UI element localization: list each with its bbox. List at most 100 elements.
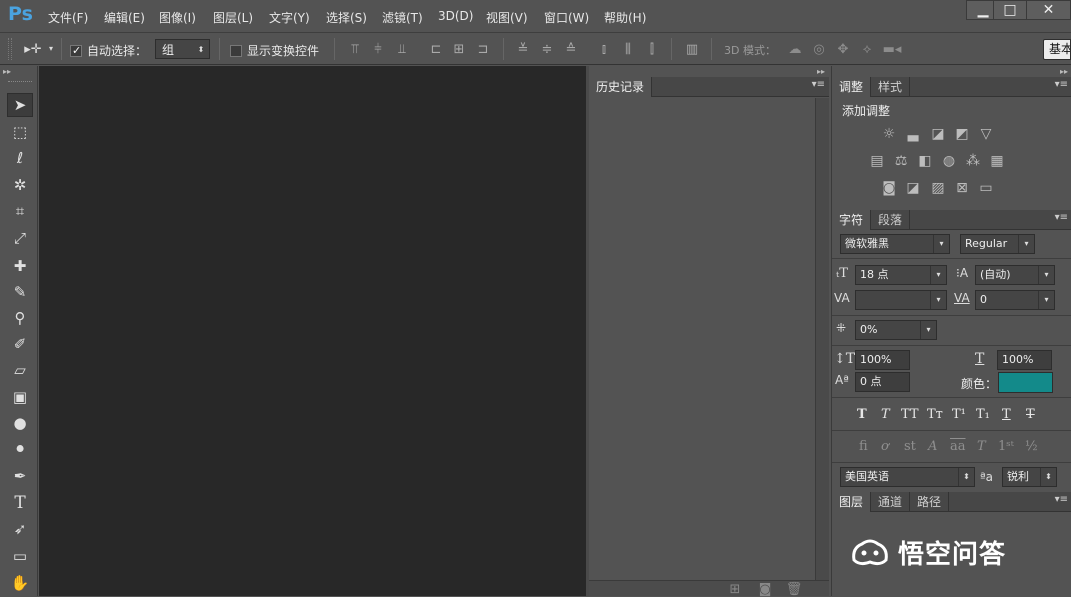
menu-view[interactable]: 视图(V) — [486, 9, 528, 26]
all-caps-icon[interactable]: TT — [901, 407, 919, 422]
maximize-button[interactable]: □ — [993, 0, 1027, 20]
menu-window[interactable]: 窗口(W) — [544, 9, 589, 26]
tab-adjustments[interactable]: 调整 — [832, 77, 872, 97]
panel-menu-icon[interactable]: ▾≡ — [812, 79, 825, 90]
curves-icon[interactable]: ◪ — [929, 126, 947, 142]
fractions-icon[interactable]: ½ — [1025, 439, 1038, 454]
photo-filter-icon[interactable]: ◍ — [940, 153, 958, 169]
font-family-dropdown[interactable]: 微软雅黑 ▾ — [840, 234, 950, 254]
options-grip[interactable] — [8, 38, 12, 60]
collapse-arrows-icon[interactable]: ▸▸ — [3, 67, 11, 76]
align-vcenter-icon[interactable]: ⫩ — [370, 42, 386, 56]
channel-mixer-icon[interactable]: ⁂ — [964, 153, 982, 169]
small-caps-icon[interactable]: Tт — [927, 407, 943, 422]
marquee-tool-icon[interactable]: ⬚ — [7, 120, 33, 144]
leading-field[interactable]: (自动) ▾ — [975, 265, 1055, 285]
panel-collapse-icon[interactable]: ▸▸ — [1060, 67, 1068, 76]
hand-tool-icon[interactable]: ✋ — [7, 571, 33, 595]
tab-paths[interactable]: 路径 — [910, 492, 950, 512]
text-color-swatch[interactable] — [998, 372, 1053, 393]
panel-menu-icon[interactable]: ▾≡ — [1055, 79, 1068, 90]
color-balance-icon[interactable]: ⚖ — [892, 153, 910, 169]
faux-bold-icon[interactable]: T — [857, 407, 867, 422]
tab-channels[interactable]: 通道 — [871, 492, 911, 512]
dodge-tool-icon[interactable]: ⚫ — [7, 437, 33, 461]
history-scrollbar[interactable] — [815, 98, 829, 580]
brightness-contrast-icon[interactable]: ☼ — [880, 126, 898, 142]
tab-history[interactable]: 历史记录 — [589, 77, 653, 97]
panel-menu-icon[interactable]: ▾≡ — [1055, 494, 1068, 505]
menu-type[interactable]: 文字(Y) — [269, 9, 310, 26]
align-right-icon[interactable]: ⊐ — [475, 42, 491, 56]
healing-brush-tool-icon[interactable]: ✚ — [7, 254, 33, 278]
black-white-icon[interactable]: ◧ — [916, 153, 934, 169]
move-tool-icon[interactable]: ▸✛ — [22, 42, 44, 56]
vibrance-icon[interactable]: ▽ — [977, 126, 995, 142]
pen-tool-icon[interactable]: ✒ — [7, 464, 33, 488]
language-dropdown[interactable]: 美国英语 ⬍ — [840, 467, 975, 487]
workspace-button[interactable]: 基本 — [1043, 39, 1071, 60]
3d-rotate-icon[interactable]: ☁ — [785, 41, 805, 57]
ordinals-icon[interactable]: 1ˢᵗ — [998, 439, 1014, 454]
distribute-left-icon[interactable]: ⫾ — [596, 42, 612, 56]
font-style-dropdown[interactable]: Regular ▾ — [960, 234, 1035, 254]
show-transform-check-icon[interactable] — [230, 44, 242, 57]
discretionary-ligatures-icon[interactable]: st — [904, 439, 916, 454]
invert-icon[interactable]: ◙ — [880, 180, 898, 196]
tracking-field[interactable]: 0 ▾ — [975, 290, 1055, 310]
toolbox-grip[interactable] — [8, 81, 32, 83]
auto-select-check-icon[interactable] — [70, 44, 82, 57]
distribute-hcenter-icon[interactable]: ⫼ — [620, 42, 636, 56]
menu-file[interactable]: 文件(F) — [48, 9, 88, 26]
tab-character[interactable]: 字符 — [832, 210, 872, 230]
auto-select-target-dropdown[interactable]: 组 ⬍ — [155, 39, 210, 59]
align-hcenter-icon[interactable]: ⊞ — [451, 42, 467, 56]
underline-icon[interactable]: T — [1002, 407, 1011, 422]
tab-paragraph[interactable]: 段落 — [871, 210, 911, 230]
distribute-bottom-icon[interactable]: ≙ — [563, 42, 579, 56]
auto-select-checkbox[interactable]: 自动选择： — [70, 42, 147, 59]
menu-help[interactable]: 帮助(H) — [604, 9, 646, 26]
show-transform-checkbox[interactable]: 显示变换控件 — [230, 42, 319, 59]
faux-italic-icon[interactable]: T — [881, 407, 890, 422]
document-canvas[interactable] — [39, 66, 586, 596]
crop-tool-icon[interactable]: ⌗ — [7, 199, 33, 223]
auto-align-icon[interactable]: ▥ — [684, 42, 700, 56]
threshold-icon[interactable]: ▨ — [929, 180, 947, 196]
3d-slide-icon[interactable]: ⟡ — [858, 41, 876, 57]
blur-tool-icon[interactable]: ● — [7, 411, 33, 435]
eyedropper-tool-icon[interactable]: ⤢ — [7, 226, 33, 250]
clone-stamp-tool-icon[interactable]: ⚲ — [7, 306, 33, 330]
history-brush-tool-icon[interactable]: ✐ — [7, 332, 33, 356]
history-list[interactable] — [589, 98, 815, 580]
path-selection-tool-icon[interactable]: ➶ — [7, 517, 33, 541]
panel-collapse-icon[interactable]: ▸▸ — [817, 67, 825, 76]
titling-alternates-icon[interactable]: T — [977, 439, 986, 454]
type-tool-icon[interactable]: T — [7, 491, 33, 515]
tsume-field[interactable]: 0% ▾ — [855, 320, 937, 340]
subscript-icon[interactable]: T₁ — [976, 407, 990, 422]
tab-styles[interactable]: 样式 — [871, 77, 911, 97]
color-lookup-icon[interactable]: ▦ — [988, 153, 1006, 169]
3d-scale-icon[interactable]: ▬◂ — [882, 41, 902, 57]
eraser-tool-icon[interactable]: ▱ — [7, 358, 33, 382]
levels-icon[interactable]: ▃ — [904, 126, 922, 142]
menu-select[interactable]: 选择(S) — [326, 9, 367, 26]
superscript-icon[interactable]: T¹ — [952, 407, 966, 422]
swash-icon[interactable]: A — [928, 439, 937, 454]
trash-icon[interactable]: 🗑 — [786, 582, 803, 596]
distribute-right-icon[interactable]: ⫿ — [644, 42, 660, 56]
selective-color-icon[interactable]: ⊠ — [953, 180, 971, 196]
exposure-icon[interactable]: ◩ — [953, 126, 971, 142]
anti-alias-dropdown[interactable]: 锐利 ⬍ — [1002, 467, 1057, 487]
hue-saturation-icon[interactable]: ▤ — [868, 153, 886, 169]
posterize-icon[interactable]: ◪ — [904, 180, 922, 196]
distribute-top-icon[interactable]: ≚ — [515, 42, 531, 56]
kerning-field[interactable]: ▾ — [855, 290, 947, 310]
3d-roll-icon[interactable]: ◎ — [810, 41, 828, 57]
3d-pan-icon[interactable]: ✥ — [834, 41, 852, 57]
gradient-tool-icon[interactable]: ▣ — [7, 385, 33, 409]
brush-tool-icon[interactable]: ✎ — [7, 280, 33, 304]
menu-edit[interactable]: 编辑(E) — [104, 9, 145, 26]
old-style-icon[interactable]: ơ — [881, 439, 889, 454]
